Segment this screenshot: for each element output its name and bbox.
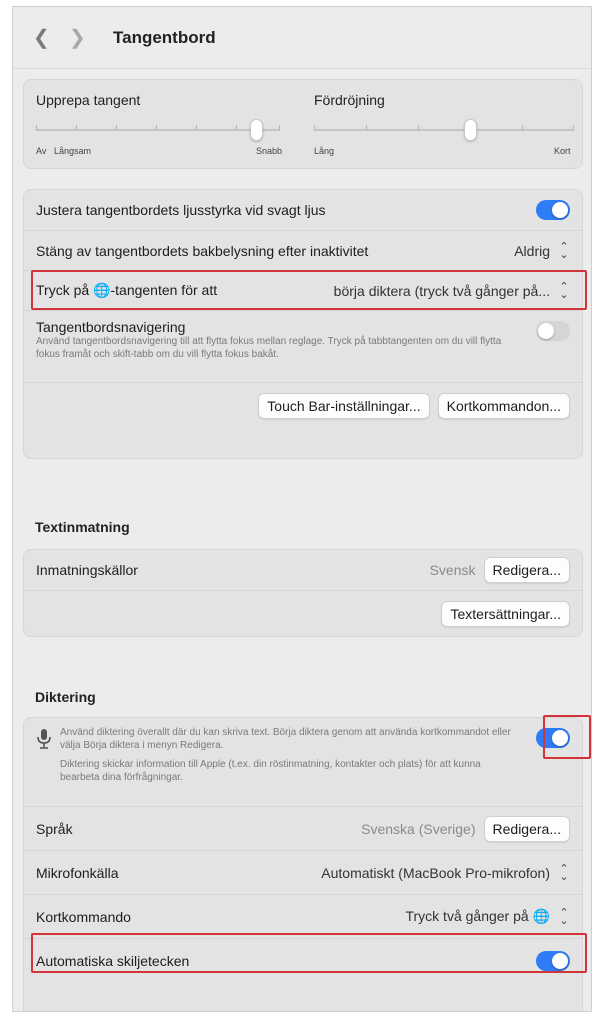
language-label: Språk [36, 820, 73, 837]
dictation-privacy: Diktering skickar information till Apple… [60, 759, 481, 783]
shortcut-highlight [31, 933, 587, 973]
chevron-left-icon[interactable]: ❮ [33, 25, 63, 50]
input-sources-value-wrap: Svensk Redigera... [430, 557, 570, 583]
key-repeat-group: Upprepa tangent Av Långsam Snabb Fördröj… [23, 79, 583, 169]
dictation-toggle-row: Använd diktering överallt där du kan skr… [24, 718, 582, 806]
keyboard-navigation-toggle[interactable] [536, 321, 570, 341]
chevron-up-down-icon: ⌃ ⌄ [559, 906, 569, 927]
language-row: Språk Svenska (Sverige) Redigera... [24, 806, 582, 850]
settings-window: ❮ ❯ Tangentbord Upprepa tangent Av Långs… [12, 6, 592, 1012]
key-repeat-min-label: Av [36, 146, 47, 156]
text-replacement-row: Textersättningar... [24, 590, 582, 636]
tick [314, 125, 315, 131]
shortcut-select[interactable]: Tryck två gånger på 🌐 ⌃ ⌄ [405, 906, 570, 927]
input-sources-edit-button[interactable]: Redigera... [483, 557, 570, 583]
shortcut-label: Kortkommando [36, 908, 131, 925]
keyboard-navigation-desc: Använd tangentbordsnavigering till att f… [36, 336, 502, 360]
language-value-wrap: Svenska (Sverige) Redigera... [361, 815, 570, 842]
input-sources-label: Inmatningskällor [36, 562, 138, 578]
tick [522, 125, 523, 131]
tick [156, 125, 157, 131]
brightness-label: Justera tangentbordets ljusstyrka vid sv… [36, 202, 326, 218]
input-sources-row: Inmatningskällor Svensk Redigera... [24, 550, 582, 590]
key-repeat-label: Upprepa tangent [36, 92, 141, 108]
keyboard-buttons: Touch Bar-inställningar... Kortkommandon… [250, 392, 570, 419]
brightness-row: Justera tangentbordets ljusstyrka vid sv… [24, 190, 582, 230]
globe-key-highlight [31, 270, 587, 310]
delay-long-label: Lång [314, 146, 335, 156]
backlight-row: Stäng av tangentbordets bakbelysning eft… [24, 230, 582, 270]
backlight-select[interactable]: Aldrig ⌃ ⌄ [514, 240, 570, 261]
shortcut-value: Tryck två gånger på 🌐 [405, 908, 550, 924]
delay-knob[interactable] [464, 119, 477, 141]
mic-source-value: Automatiskt (MacBook Pro-mikrofon) [321, 864, 550, 881]
dictation-text: Använd diktering överallt där du kan skr… [60, 726, 515, 784]
chevron-up-down-icon: ⌃ ⌄ [559, 862, 569, 883]
dictation-title: Diktering [35, 689, 96, 705]
key-repeat-slow-label: Långsam [54, 146, 92, 156]
chevron-right-icon[interactable]: ❯ [69, 25, 99, 50]
tick [279, 125, 280, 131]
key-repeat-fast-label: Snabb [256, 146, 283, 156]
language-value: Svenska (Sverige) [361, 820, 476, 837]
brightness-toggle[interactable] [536, 200, 570, 220]
delay-label: Fördröjning [314, 92, 385, 108]
keyboard-buttons-row: Touch Bar-inställningar... Kortkommandon… [24, 382, 582, 428]
key-repeat-track[interactable] [36, 129, 280, 131]
keyboard-navigation-row: Tangentbordsnavigering Använd tangentbor… [24, 310, 582, 382]
title-bar: ❮ ❯ Tangentbord [13, 7, 591, 69]
backlight-value: Aldrig [514, 242, 550, 259]
delay-track[interactable] [314, 129, 574, 131]
mic-source-row: Mikrofonkälla Automatiskt (MacBook Pro-m… [24, 850, 582, 894]
dictation-toggle-highlight [543, 715, 591, 759]
text-input-group: Inmatningskällor Svensk Redigera... Text… [23, 549, 583, 637]
tick [76, 125, 77, 131]
mic-source-label: Mikrofonkälla [36, 864, 119, 881]
microphone-icon [36, 728, 60, 753]
page-title: Tangentbord [113, 27, 216, 47]
backlight-label: Stäng av tangentbordets bakbelysning eft… [36, 242, 369, 259]
key-repeat-knob[interactable] [250, 119, 263, 141]
tick [196, 125, 197, 131]
tick [366, 125, 367, 131]
tick [36, 125, 37, 131]
text-input-title: Textinmatning [35, 519, 130, 535]
tick [418, 125, 419, 131]
text-replacements-button[interactable]: Textersättningar... [441, 600, 570, 627]
keyboard-navigation-label: Tangentbordsnavigering [36, 319, 186, 335]
language-edit-button[interactable]: Redigera... [483, 815, 570, 842]
keyboard-shortcuts-button[interactable]: Kortkommandon... [437, 392, 570, 419]
keyboard-navigation-text: Tangentbordsnavigering Använd tangentbor… [36, 319, 516, 361]
input-sources-value: Svensk [429, 562, 476, 578]
chevron-up-down-icon: ⌃ ⌄ [559, 240, 569, 261]
touch-bar-settings-button[interactable]: Touch Bar-inställningar... [258, 392, 430, 419]
delay-short-label: Kort [554, 146, 571, 156]
tick [116, 125, 117, 131]
keyboard-settings-group: Justera tangentbordets ljusstyrka vid sv… [23, 189, 583, 459]
dictation-desc: Använd diktering överallt där du kan skr… [60, 727, 511, 751]
text-replacement-wrap: Textersättningar... [433, 600, 570, 627]
shortcut-row: Kortkommando Tryck två gånger på 🌐 ⌃ ⌄ [24, 894, 582, 938]
tick [573, 125, 574, 131]
tick [236, 125, 237, 131]
mic-source-select[interactable]: Automatiskt (MacBook Pro-mikrofon) ⌃ ⌄ [321, 862, 570, 883]
